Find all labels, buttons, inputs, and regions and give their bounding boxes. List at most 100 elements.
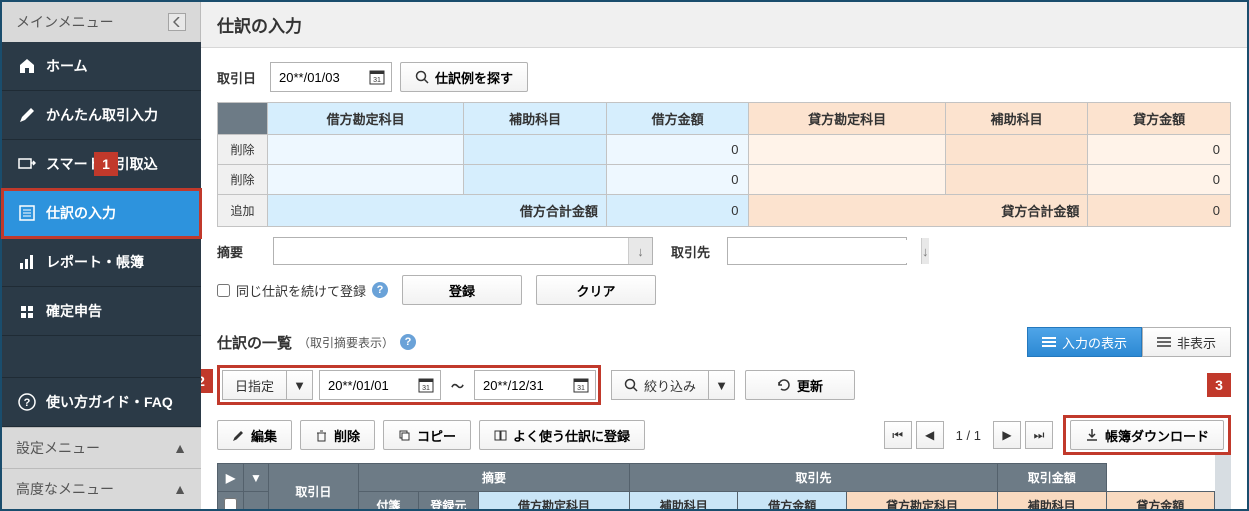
copy-button[interactable]: コピー	[383, 420, 471, 450]
col-credit-amt: 貸方金額	[1106, 492, 1215, 510]
calendar-icon[interactable]: 31	[412, 377, 440, 393]
sidebar-header: メインメニュー	[2, 2, 201, 42]
svg-text:?: ?	[24, 397, 31, 409]
nav-journal-entry[interactable]: 仕訳の入力	[2, 189, 201, 238]
row-delete-button[interactable]: 削除	[218, 165, 268, 195]
col-debit-sub: 補助科目	[630, 492, 738, 510]
entry-table: 借方勘定科目 補助科目 借方金額 貸方勘定科目 補助科目 貸方金額 削除 0	[217, 102, 1231, 227]
cell-credit-amt[interactable]: 0	[1088, 165, 1231, 195]
corner-cell	[218, 103, 268, 135]
partner-field[interactable]	[728, 240, 921, 263]
collapse-toggle[interactable]: ▼	[244, 464, 269, 492]
expand-toggle[interactable]: ▶	[218, 464, 244, 492]
view-hide-button[interactable]: 非表示	[1142, 327, 1231, 357]
col-credit-acct: 貸方勘定科目	[846, 492, 997, 510]
import-icon	[18, 155, 36, 173]
repeat-check-label: 同じ仕訳を続けて登録	[236, 281, 366, 300]
home-icon	[18, 57, 36, 75]
nav-reports[interactable]: レポート・帳簿	[2, 238, 201, 287]
callout-1: 1	[94, 152, 118, 176]
pencil-icon	[18, 106, 36, 124]
summary-input[interactable]: ↓	[273, 237, 653, 265]
col-date[interactable]: 取引日	[268, 464, 358, 510]
dropdown-arrow-icon[interactable]: ↓	[921, 238, 929, 264]
svg-text:31: 31	[577, 385, 585, 392]
calendar-icon[interactable]: 31	[567, 377, 595, 393]
help-icon[interactable]: ?	[400, 334, 416, 350]
pager-last[interactable]: ⏭	[1025, 421, 1053, 449]
cell-credit-sub[interactable]	[945, 135, 1088, 165]
clear-button[interactable]: クリア	[536, 275, 656, 305]
col-memo: 摘要	[358, 464, 629, 492]
cell-debit-sub[interactable]	[464, 135, 607, 165]
view-show-button[interactable]: 入力の表示	[1027, 327, 1142, 357]
register-button[interactable]: 登録	[402, 275, 522, 305]
find-example-button[interactable]: 仕訳例を探す	[400, 62, 528, 92]
calendar-icon[interactable]: 31	[363, 69, 391, 85]
partner-input[interactable]: ↓	[727, 237, 907, 265]
repeat-checkbox[interactable]: 同じ仕訳を続けて登録 ?	[217, 281, 388, 300]
date-mode-select[interactable]: 日指定 ▼	[222, 370, 313, 400]
checkbox-all[interactable]	[218, 492, 244, 510]
help-icon[interactable]: ?	[372, 282, 388, 298]
cell-credit-acct[interactable]	[749, 135, 945, 165]
cell-debit-sub[interactable]	[464, 165, 607, 195]
cell-debit-amt[interactable]: 0	[606, 135, 749, 165]
cell-debit-acct[interactable]	[268, 135, 464, 165]
date-to-input[interactable]: 31	[474, 370, 596, 400]
sidebar-settings[interactable]: 設定メニュー ▲	[2, 427, 201, 468]
callout-2: 2	[201, 369, 213, 393]
help-icon: ?	[18, 393, 36, 411]
edit-button[interactable]: 編集	[217, 420, 292, 450]
pager-next[interactable]: ▶	[993, 421, 1021, 449]
nav-label: かんたん取引入力	[46, 105, 158, 125]
col-credit-amount: 貸方金額	[1088, 103, 1231, 135]
refresh-button[interactable]: 更新	[745, 370, 855, 400]
date-label: 取引日	[217, 68, 256, 87]
cell-debit-acct[interactable]	[268, 165, 464, 195]
nav-home[interactable]: ホーム	[2, 42, 201, 91]
filter-button[interactable]: 絞り込み ▼	[611, 370, 735, 400]
col-debit-amount: 借方金額	[606, 103, 749, 135]
nav-guide-faq[interactable]: ? 使い方ガイド・FAQ	[2, 377, 201, 427]
sidebar-advanced[interactable]: 高度なメニュー ▲	[2, 468, 201, 509]
dropdown-arrow-icon[interactable]: ↓	[628, 238, 652, 264]
cell-credit-amt[interactable]: 0	[1088, 135, 1231, 165]
scrollbar-stub[interactable]	[1215, 455, 1231, 509]
cell-credit-sub[interactable]	[945, 165, 1088, 195]
chevron-up-icon: ▲	[173, 440, 187, 456]
refresh-icon	[777, 378, 791, 392]
summary-field[interactable]	[274, 240, 628, 263]
transaction-date-input[interactable]: 31	[270, 62, 392, 92]
cell-credit-acct[interactable]	[749, 165, 945, 195]
date-from-input[interactable]: 31	[319, 370, 441, 400]
date-to-field[interactable]	[475, 374, 567, 397]
sidebar-collapse-button[interactable]	[168, 13, 186, 31]
nav-label: レポート・帳簿	[46, 252, 144, 272]
chevron-up-icon: ▲	[173, 481, 187, 497]
page-title: 仕訳の入力	[201, 2, 1247, 48]
nav-label: ホーム	[46, 56, 88, 76]
date-from-field[interactable]	[320, 374, 412, 397]
nav-tax-return[interactable]: 確定申告	[2, 287, 201, 336]
svg-text:31: 31	[373, 77, 381, 84]
row-delete-button[interactable]: 削除	[218, 135, 268, 165]
credit-total-value: 0	[1088, 195, 1231, 227]
col-partner: 取引先	[630, 464, 998, 492]
repeat-check-input[interactable]	[217, 284, 230, 297]
cell-debit-amt[interactable]: 0	[606, 165, 749, 195]
date-field[interactable]	[271, 66, 363, 89]
nav-easy-entry[interactable]: かんたん取引入力	[2, 91, 201, 140]
copy-icon	[398, 429, 411, 442]
pager-first[interactable]: ⏮	[884, 421, 912, 449]
list-table: ▶ ▼ 取引日 摘要 取引先 取引金額 付箋 登録元 借方勘定科	[217, 463, 1215, 509]
nav-smart-import[interactable]: スマート取引取込 1	[2, 140, 201, 189]
download-frame: 帳簿ダウンロード	[1063, 415, 1231, 455]
list-icon	[1042, 336, 1056, 348]
col-debit-amt: 借方金額	[738, 492, 846, 510]
delete-button[interactable]: 削除	[300, 420, 375, 450]
row-add-button[interactable]: 追加	[218, 195, 268, 227]
bookmark-button[interactable]: よく使う仕訳に登録	[479, 420, 645, 450]
download-button[interactable]: 帳簿ダウンロード	[1070, 420, 1224, 450]
pager-prev[interactable]: ◀	[916, 421, 944, 449]
